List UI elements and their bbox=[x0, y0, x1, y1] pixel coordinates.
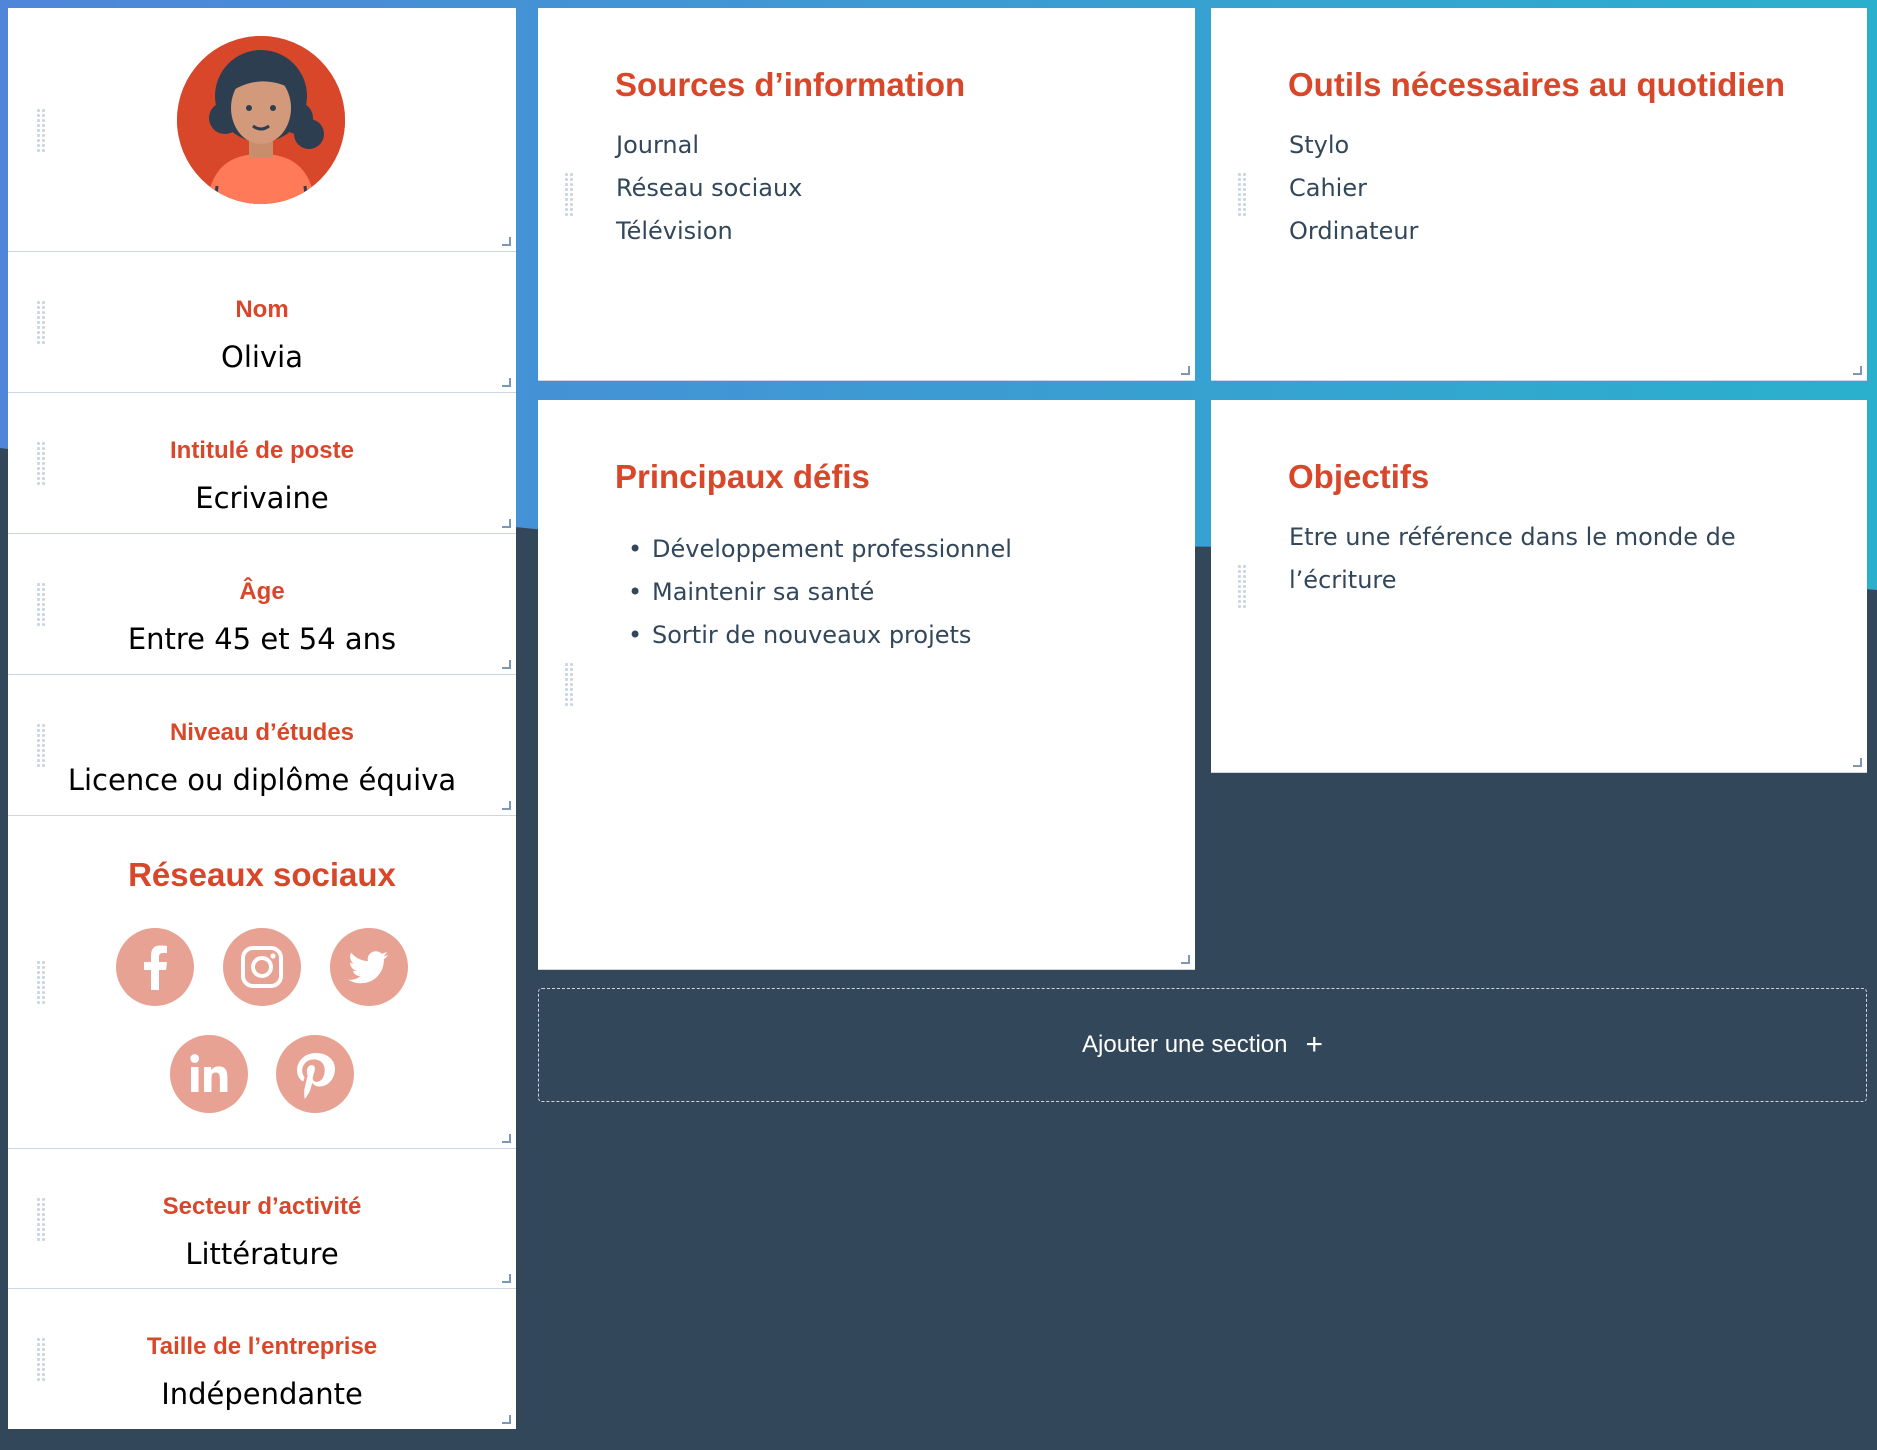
field-value: Licence ou diplôme équiva bbox=[67, 763, 457, 797]
field-card-secteur[interactable]: Secteur d’activité Littérature bbox=[8, 1149, 516, 1289]
section-title: Objectifs bbox=[1288, 458, 1430, 495]
woman-avatar-icon bbox=[177, 36, 345, 204]
field-label: Taille de l’entreprise bbox=[146, 1333, 378, 1360]
resize-handle-icon[interactable] bbox=[1181, 366, 1190, 375]
list-item-text: Développement professionnel bbox=[652, 535, 1012, 563]
list-item: Sortir de nouveaux projets bbox=[628, 614, 1012, 657]
field-card-nom[interactable]: Nom Olivia bbox=[8, 252, 516, 393]
linkedin-icon[interactable] bbox=[170, 1035, 248, 1113]
add-section-button[interactable]: Ajouter une section + bbox=[538, 988, 1867, 1102]
plus-icon: + bbox=[1305, 1028, 1323, 1061]
field-label: Nom bbox=[235, 296, 289, 323]
list-item: Maintenir sa santé bbox=[628, 571, 1012, 614]
social-title: Réseaux sociaux bbox=[128, 856, 396, 893]
resize-handle-icon[interactable] bbox=[502, 1134, 511, 1143]
social-card[interactable]: Réseaux sociaux bbox=[8, 816, 516, 1149]
field-label: Secteur d’activité bbox=[162, 1193, 362, 1220]
drag-handle-icon[interactable] bbox=[36, 960, 46, 1004]
section-card-sources[interactable]: Sources d’information Journal Réseau soc… bbox=[538, 8, 1195, 381]
drag-handle-icon[interactable] bbox=[1237, 564, 1247, 608]
field-value: Ecrivaine bbox=[195, 481, 329, 515]
field-label: Âge bbox=[239, 578, 285, 605]
drag-handle-icon[interactable] bbox=[36, 107, 46, 152]
resize-handle-icon[interactable] bbox=[502, 1274, 511, 1283]
section-card-outils[interactable]: Outils nécessaires au quotidien Stylo Ca… bbox=[1211, 8, 1867, 381]
list-item: Réseau sociaux bbox=[616, 174, 803, 202]
facebook-icon[interactable] bbox=[116, 928, 194, 1006]
resize-handle-icon[interactable] bbox=[1181, 955, 1190, 964]
field-label: Intitulé de poste bbox=[169, 437, 354, 464]
list-item-text: Maintenir sa santé bbox=[652, 578, 875, 606]
field-value: Indépendante bbox=[161, 1377, 363, 1411]
section-title: Sources d’information bbox=[615, 66, 966, 103]
resize-handle-icon[interactable] bbox=[502, 660, 511, 669]
list-item: Cahier bbox=[1289, 174, 1367, 202]
list-item: Ordinateur bbox=[1289, 217, 1419, 245]
resize-handle-icon[interactable] bbox=[1853, 366, 1862, 375]
resize-handle-icon[interactable] bbox=[502, 378, 511, 387]
section-list: Développement professionnel Maintenir sa… bbox=[628, 528, 1012, 657]
field-value: Entre 45 et 54 ans bbox=[127, 622, 397, 656]
resize-handle-icon[interactable] bbox=[502, 1415, 511, 1424]
section-card-defis[interactable]: Principaux défis Développement professio… bbox=[538, 400, 1195, 970]
field-card-etudes[interactable]: Niveau d’études Licence ou diplôme équiv… bbox=[8, 675, 516, 816]
drag-handle-icon[interactable] bbox=[1237, 172, 1247, 216]
field-card-intitule[interactable]: Intitulé de poste Ecrivaine bbox=[8, 393, 516, 534]
resize-handle-icon[interactable] bbox=[1853, 758, 1862, 767]
section-title: Principaux défis bbox=[615, 458, 870, 495]
avatar-card[interactable] bbox=[8, 8, 516, 252]
list-item: Développement professionnel bbox=[628, 528, 1012, 571]
list-item: Télévision bbox=[616, 217, 733, 245]
field-label: Niveau d’études bbox=[169, 719, 355, 746]
persona-sidebar: Nom Olivia Intitulé de poste Ecrivaine Â… bbox=[8, 8, 516, 1429]
field-value: Olivia bbox=[221, 340, 303, 374]
field-card-age[interactable]: Âge Entre 45 et 54 ans bbox=[8, 534, 516, 675]
list-item: Stylo bbox=[1289, 131, 1350, 159]
drag-handle-icon[interactable] bbox=[564, 662, 574, 706]
resize-handle-icon[interactable] bbox=[502, 519, 511, 528]
section-title: Outils nécessaires au quotidien bbox=[1288, 66, 1785, 103]
resize-handle-icon[interactable] bbox=[502, 237, 511, 246]
list-item: Journal bbox=[616, 131, 700, 159]
section-list: Stylo Cahier Ordinateur bbox=[1289, 124, 1418, 253]
field-value: Littérature bbox=[185, 1237, 339, 1271]
pinterest-icon[interactable] bbox=[276, 1035, 354, 1113]
field-card-taille[interactable]: Taille de l’entreprise Indépendante bbox=[8, 1289, 516, 1429]
instagram-icon[interactable] bbox=[223, 928, 301, 1006]
section-text: Etre une référence dans le monde de l’éc… bbox=[1289, 523, 1736, 594]
section-list: Journal Réseau sociaux Télévision bbox=[616, 124, 802, 253]
list-item-text: Sortir de nouveaux projets bbox=[652, 621, 972, 649]
resize-handle-icon[interactable] bbox=[502, 801, 511, 810]
section-card-objectifs[interactable]: Objectifs Etre une référence dans le mon… bbox=[1211, 400, 1867, 773]
add-section-label: Ajouter une section bbox=[1082, 1031, 1288, 1058]
drag-handle-icon[interactable] bbox=[564, 172, 574, 216]
twitter-icon[interactable] bbox=[330, 928, 408, 1006]
